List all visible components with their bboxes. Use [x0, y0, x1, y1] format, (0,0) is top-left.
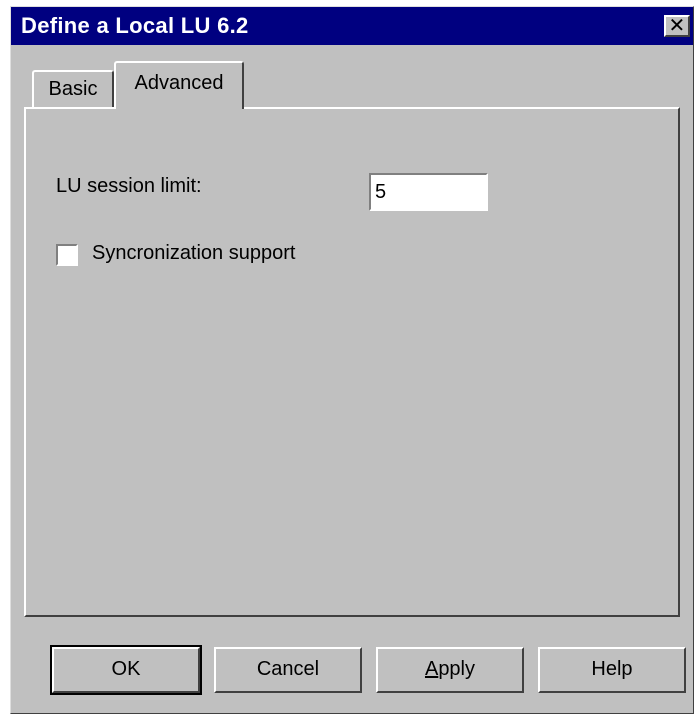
sync-support-checkbox[interactable]	[56, 244, 78, 266]
session-limit-label: LU session limit:	[56, 175, 202, 197]
close-button[interactable]: ✕	[664, 15, 690, 37]
close-icon: ✕	[668, 13, 686, 37]
sync-support-label[interactable]: Syncronization support	[92, 242, 295, 265]
ok-button[interactable]: OK	[50, 645, 202, 695]
define-local-lu-dialog: Define a Local LU 6.2 ✕ Basic Advanced L…	[10, 6, 694, 714]
apply-button-label: pply	[438, 658, 476, 680]
help-button[interactable]: Help	[538, 647, 686, 693]
apply-mnemonic: A	[424, 658, 439, 680]
tab-basic-label: Basic	[48, 78, 98, 100]
help-button-label: Help	[591, 658, 633, 680]
cancel-button-label: Cancel	[256, 658, 320, 680]
window-title: Define a Local LU 6.2	[21, 13, 249, 38]
tab-advanced[interactable]: Advanced	[114, 61, 244, 109]
ok-button-label: OK	[111, 658, 141, 680]
session-limit-input[interactable]	[369, 173, 488, 211]
title-bar: Define a Local LU 6.2 ✕	[11, 7, 693, 45]
apply-button[interactable]: Apply	[376, 647, 524, 693]
tab-basic[interactable]: Basic	[32, 70, 114, 108]
tab-advanced-label: Advanced	[134, 72, 224, 94]
cancel-button[interactable]: Cancel	[214, 647, 362, 693]
advanced-tab-panel: LU session limit: Syncronization support	[24, 107, 680, 617]
